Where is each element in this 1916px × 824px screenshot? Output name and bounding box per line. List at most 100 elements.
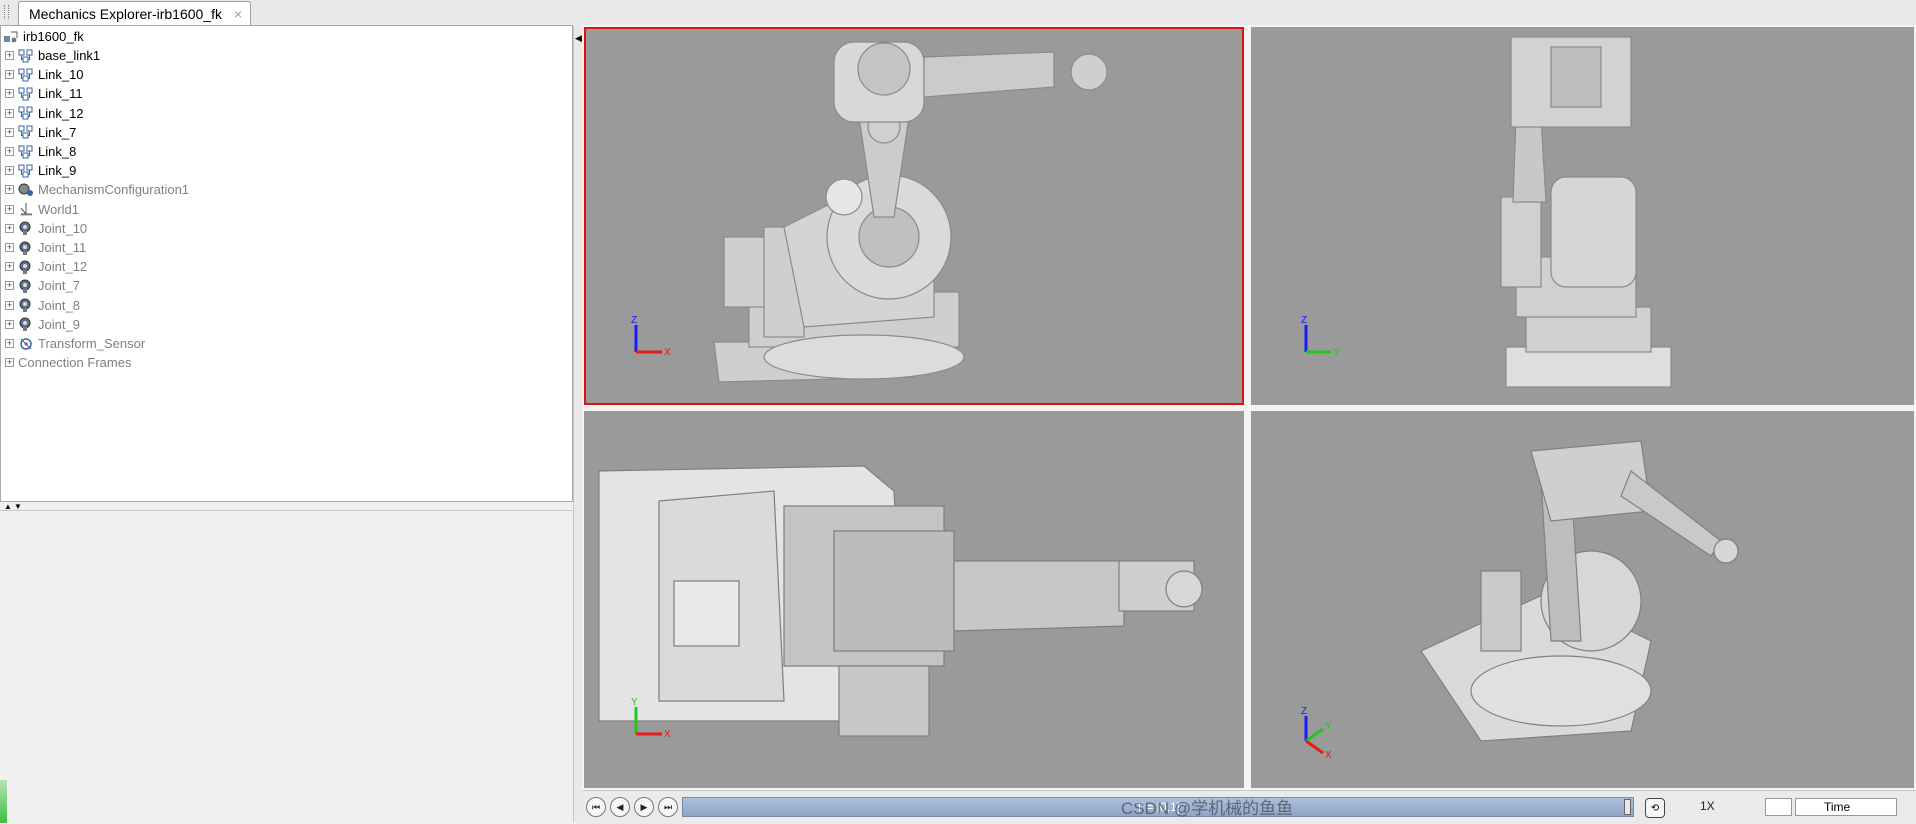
expand-icon[interactable]: + <box>5 358 14 368</box>
expand-icon[interactable]: + <box>5 243 14 252</box>
tree-item-label: Joint_8 <box>38 297 80 313</box>
expand-icon[interactable]: + <box>5 300 14 310</box>
tree-item[interactable]: + Joint_7 <box>5 276 80 295</box>
expand-icon[interactable]: + <box>5 89 14 99</box>
body-icon <box>18 125 33 139</box>
svg-text:Y: Y <box>1333 347 1340 358</box>
rewind-button[interactable]: ⏮ <box>586 797 606 817</box>
timeline-knob[interactable] <box>1624 799 1631 815</box>
tree-item-label: Connection Frames <box>18 355 132 371</box>
play-icon: ▶ <box>640 801 648 812</box>
status-indicator <box>0 780 7 823</box>
watermark: CSDN @学机械的鱼鱼 <box>1121 799 1294 818</box>
world-frame-icon <box>20 203 32 216</box>
axis-triad-iso: Z Y X <box>1301 706 1332 761</box>
tree-item-label: Link_9 <box>38 163 77 179</box>
tree-item-label: Joint_9 <box>38 316 80 332</box>
joint-icon <box>19 241 31 255</box>
tree-item[interactable]: + Joint_12 <box>5 257 87 276</box>
expand-icon[interactable]: + <box>5 166 14 176</box>
expand-icon[interactable]: + <box>5 51 14 60</box>
viewport-top[interactable]: Y X <box>584 411 1244 788</box>
body-icon <box>18 145 33 158</box>
svg-text:X: X <box>664 729 671 740</box>
tree-item[interactable]: + Joint_10 <box>5 219 87 238</box>
robot-iso-render: Z Y X <box>1301 440 1739 761</box>
tree-item[interactable]: + Link_9 <box>5 161 76 180</box>
tab-mechanics-explorer[interactable]: Mechanics Explorer-irb1600_fk × <box>18 1 252 25</box>
tree-item-label: World1 <box>38 201 79 217</box>
loop-button[interactable]: ⟲ <box>1645 798 1665 818</box>
tree-item[interactable]: + World1 <box>5 200 79 219</box>
mode-select[interactable]: Time <box>1795 798 1897 816</box>
body-icon <box>18 164 33 178</box>
expand-icon[interactable]: + <box>5 185 14 195</box>
tree-item[interactable]: + Joint_11 <box>5 238 86 257</box>
svg-text:Z: Z <box>1301 706 1307 717</box>
body-icon <box>18 87 33 101</box>
step-back-button[interactable]: ◀ <box>610 797 630 817</box>
tree-item[interactable]: + MechanismConfiguration1 <box>5 180 189 199</box>
robot-side-render: Z Y <box>1301 36 1672 388</box>
tree-item[interactable]: + Transform_Sensor <box>5 334 145 353</box>
toolbar-grip[interactable] <box>4 5 9 19</box>
model-tree[interactable]: irb1600_fk + base_link1 + Link_10 + Link_11 + L… <box>0 25 573 502</box>
joint-icon <box>19 221 31 236</box>
joint-icon <box>19 298 31 313</box>
expand-icon[interactable]: + <box>5 262 14 272</box>
panel-splitter[interactable]: ▲ ▼ <box>0 502 573 511</box>
expand-icon[interactable]: + <box>5 70 14 80</box>
viewport-front[interactable]: Z X <box>584 27 1244 405</box>
tree-root[interactable]: irb1600_fk <box>3 27 84 46</box>
viewport-iso[interactable]: Z Y X <box>1251 411 1914 788</box>
expand-icon[interactable]: + <box>5 281 14 291</box>
tree-item[interactable]: + Link_7 <box>5 123 76 142</box>
robot-top-render: Y X <box>598 465 1203 740</box>
tree-item[interactable]: + Link_12 <box>5 104 84 123</box>
expand-icon[interactable]: + <box>5 223 14 233</box>
step-forward-icon: ⏭ <box>663 801 673 812</box>
tree-item-label: Link_8 <box>38 144 77 159</box>
rewind-icon: ⏮ <box>591 801 601 812</box>
play-button[interactable]: ▶ <box>634 797 654 817</box>
tree-item[interactable]: + Connection Frames <box>5 353 131 372</box>
joint-icon <box>19 260 31 274</box>
properties-panel <box>0 510 573 824</box>
tree-item[interactable]: + Link_10 <box>5 65 84 84</box>
expand-icon[interactable]: + <box>5 339 14 348</box>
tree-item[interactable]: + Link_8 <box>5 142 76 161</box>
tree-item-label: Joint_12 <box>38 259 88 275</box>
tree-item[interactable]: + Joint_9 <box>5 315 80 334</box>
sensor-icon <box>20 337 32 350</box>
svg-text:X: X <box>1325 750 1332 761</box>
expand-icon[interactable]: + <box>5 204 14 214</box>
axis-triad-side: Z Y <box>1301 315 1340 358</box>
tree-item[interactable]: + base_link1 <box>5 46 100 65</box>
step-back-icon: ◀ <box>616 801 624 812</box>
tree-item[interactable]: + Link_11 <box>5 84 83 103</box>
collapse-left-icon[interactable]: ◀ <box>575 33 582 44</box>
tree-root-label: irb1600_fk <box>23 29 84 44</box>
svg-text:Z: Z <box>1301 315 1307 326</box>
expand-icon[interactable]: + <box>5 108 14 118</box>
speed-field[interactable] <box>1765 798 1792 816</box>
tree-item-label: Link_10 <box>38 67 84 83</box>
close-icon[interactable]: × <box>234 6 242 22</box>
viewport-side[interactable]: Z Y <box>1251 27 1914 405</box>
loop-icon: ⟲ <box>1650 802 1660 814</box>
expand-icon[interactable]: + <box>5 127 14 137</box>
svg-text:Y: Y <box>631 697 638 708</box>
expand-icon[interactable]: + <box>5 147 14 156</box>
svg-text:X: X <box>664 347 671 358</box>
step-forward-button[interactable]: ⏭ <box>658 797 678 817</box>
tree-item-label: Joint_11 <box>38 240 87 255</box>
tree-item-label: MechanismConfiguration1 <box>38 182 190 198</box>
svg-text:Y: Y <box>1325 721 1332 732</box>
body-icon <box>18 68 33 82</box>
tree-item-label: base_link1 <box>38 48 101 63</box>
expand-icon[interactable]: + <box>5 319 14 329</box>
tree-item-label: Link_12 <box>38 105 84 121</box>
tree-item[interactable]: + Joint_8 <box>5 296 80 315</box>
body-icon <box>18 106 33 120</box>
speed-value[interactable]: 1X <box>1700 799 1715 813</box>
